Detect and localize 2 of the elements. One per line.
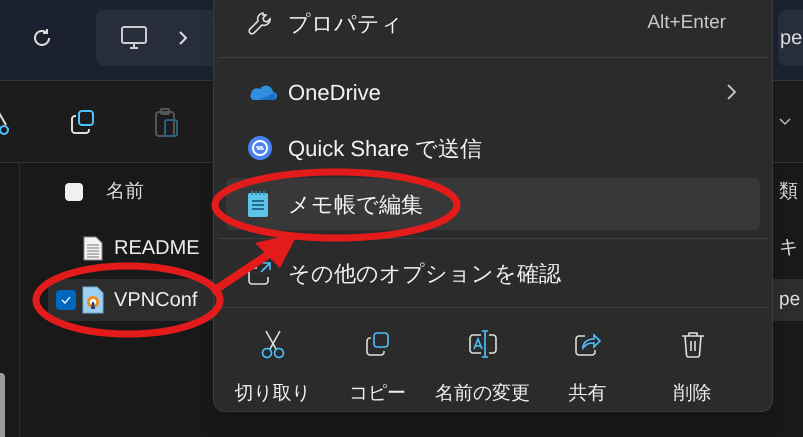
type-cell-text: pe: [779, 288, 800, 312]
type-cell-text: キ: [779, 236, 798, 260]
